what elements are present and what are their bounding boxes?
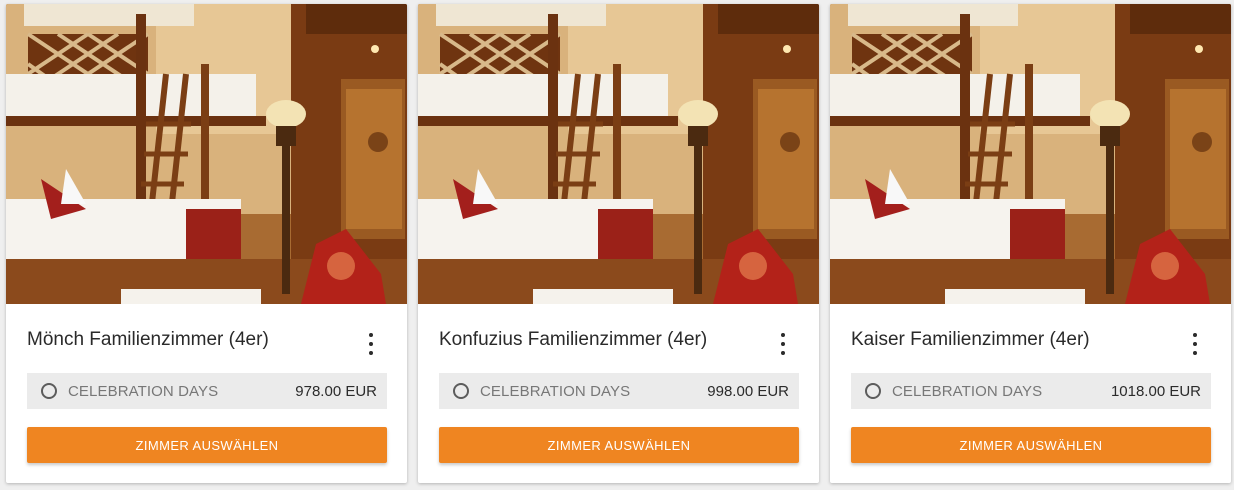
room-card: Konfuzius Familienzimmer (4er) CELEBRATI… [418,4,819,483]
radio-button[interactable] [865,383,881,399]
more-vert-icon[interactable] [777,333,789,355]
rate-price: 998.00 EUR [707,382,789,400]
room-card: Mönch Familienzimmer (4er) CELEBRATION D… [6,4,407,483]
rate-name: CELEBRATION DAYS [892,382,1043,400]
rate-price: 1018.00 EUR [1110,382,1201,400]
room-title-row: Konfuzius Familienzimmer (4er) [439,327,805,355]
room-title: Mönch Familienzimmer (4er) [27,329,269,350]
select-room-button[interactable]: ZIMMER AUSWÄHLEN [439,427,799,463]
radio-button[interactable] [41,383,57,399]
rate-option[interactable]: CELEBRATION DAYS 978.00 EUR [27,373,387,409]
rate-price: 978.00 EUR [295,382,377,400]
select-room-button[interactable]: ZIMMER AUSWÄHLEN [851,427,1211,463]
rate-name: CELEBRATION DAYS [68,382,219,400]
room-photo[interactable] [418,4,819,304]
more-vert-icon[interactable] [1189,333,1201,355]
more-vert-icon[interactable] [365,333,377,355]
room-title-row: Kaiser Familienzimmer (4er) [851,327,1217,355]
radio-button[interactable] [453,383,469,399]
room-title: Konfuzius Familienzimmer (4er) [439,329,708,350]
room-title-row: Mönch Familienzimmer (4er) [27,327,393,355]
room-photo[interactable] [6,4,407,304]
room-card: Kaiser Familienzimmer (4er) CELEBRATION … [830,4,1231,483]
rate-option[interactable]: CELEBRATION DAYS 998.00 EUR [439,373,799,409]
select-room-button[interactable]: ZIMMER AUSWÄHLEN [27,427,387,463]
rate-name: CELEBRATION DAYS [480,382,631,400]
rate-option[interactable]: CELEBRATION DAYS 1018.00 EUR [851,373,1211,409]
room-card-list: Mönch Familienzimmer (4er) CELEBRATION D… [6,4,1231,483]
room-photo[interactable] [830,4,1231,304]
room-title: Kaiser Familienzimmer (4er) [851,329,1090,350]
